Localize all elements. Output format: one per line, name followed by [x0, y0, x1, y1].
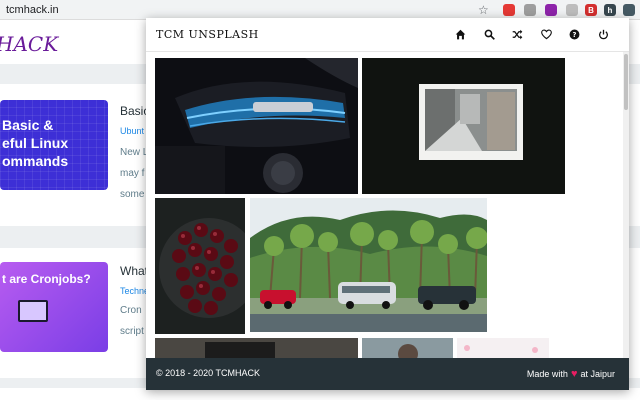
heart-icon: ♥: [570, 368, 578, 380]
h-ext-icon[interactable]: h: [604, 4, 616, 16]
post-excerpt: Cron script: [120, 300, 144, 342]
site-logo[interactable]: HACK: [0, 32, 58, 56]
made-with-label: Made with: [526, 369, 568, 379]
search-icon: [484, 29, 495, 40]
photo-pastel[interactable]: [457, 338, 549, 358]
photo-cherries-image: [155, 198, 245, 334]
excerpt-line: New L: [120, 147, 149, 158]
post-thumbnail[interactable]: t are Cronjobs?: [0, 262, 108, 352]
photo-pastel-image: [457, 338, 549, 358]
post-title[interactable]: What: [120, 264, 148, 278]
excerpt-line: some: [120, 189, 145, 200]
made-with-text: Made with ♥ at Jaipur: [527, 368, 615, 380]
photo-gallery: [146, 52, 629, 358]
photo-palm-trees-image: [250, 198, 487, 332]
power-button[interactable]: [596, 27, 610, 41]
popup-title: TCM UNSPLASH: [156, 28, 259, 41]
tcm-ext-icon[interactable]: [623, 4, 635, 16]
power-icon: [598, 29, 608, 39]
search-button[interactable]: [482, 27, 496, 41]
monitor-icon: [18, 300, 48, 322]
ghost-ext-icon[interactable]: [566, 4, 578, 16]
red-ext-icon[interactable]: [503, 4, 515, 16]
popup-footer: © 2018 - 2020 TCMHACK Made with ♥ at Jai…: [146, 358, 629, 390]
address-bar[interactable]: tcmhack.in: [6, 4, 59, 16]
photo-cherries[interactable]: [155, 198, 245, 334]
shuffle-button[interactable]: [510, 27, 524, 41]
home-button[interactable]: [453, 27, 467, 41]
scrollbar-thumb[interactable]: [624, 54, 628, 110]
red-square-ext-icon[interactable]: B: [585, 4, 597, 16]
thumbnail-text: t are Cronjobs?: [2, 272, 91, 286]
favorites-button[interactable]: [539, 27, 553, 41]
photo-desk[interactable]: [155, 338, 358, 358]
globe-ext-icon[interactable]: [524, 4, 536, 16]
popup-header: TCM UNSPLASH ?: [146, 18, 629, 52]
copyright-text: © 2018 - 2020 TCMHACK: [156, 368, 261, 378]
browser-toolbar: tcmhack.in ☆ Bh: [0, 0, 640, 20]
excerpt-line: may f: [120, 168, 145, 179]
svg-text:?: ?: [572, 31, 576, 39]
photo-polaroid-image: [362, 58, 565, 194]
post-thumbnail[interactable]: Basic & eful Linux ommands: [0, 100, 108, 190]
gallery-scrollbar[interactable]: [623, 52, 629, 358]
purple-ext-icon[interactable]: [545, 4, 557, 16]
shuffle-icon: [512, 29, 522, 39]
photo-motorcycle[interactable]: [155, 58, 358, 194]
location-label: at Jaipur: [580, 369, 615, 379]
thumbnail-text: Basic & eful Linux ommands: [2, 117, 69, 169]
photo-motorcycle-image: [155, 58, 358, 194]
heart-icon: [540, 29, 552, 39]
excerpt-line: Cron: [120, 305, 142, 316]
photo-palm-trees[interactable]: [250, 198, 487, 332]
photo-desk-image: [155, 338, 358, 358]
photo-portrait-image: [362, 338, 453, 358]
photo-portrait[interactable]: [362, 338, 453, 358]
post-excerpt: New L may f some: [120, 142, 148, 205]
photo-polaroid[interactable]: [362, 58, 565, 194]
post-category[interactable]: Ubunt: [120, 126, 144, 136]
tcm-unsplash-popup: TCM UNSPLASH ? © 2018 - 2020 TCMHACK Mad…: [146, 18, 629, 390]
excerpt-line: script: [120, 326, 144, 337]
bookmark-star-icon[interactable]: ☆: [478, 3, 489, 17]
home-icon: [455, 29, 465, 39]
post-category[interactable]: Techne: [120, 286, 149, 296]
help-icon: ?: [569, 29, 579, 39]
post-title[interactable]: Basic: [120, 104, 149, 118]
help-button[interactable]: ?: [567, 27, 581, 41]
